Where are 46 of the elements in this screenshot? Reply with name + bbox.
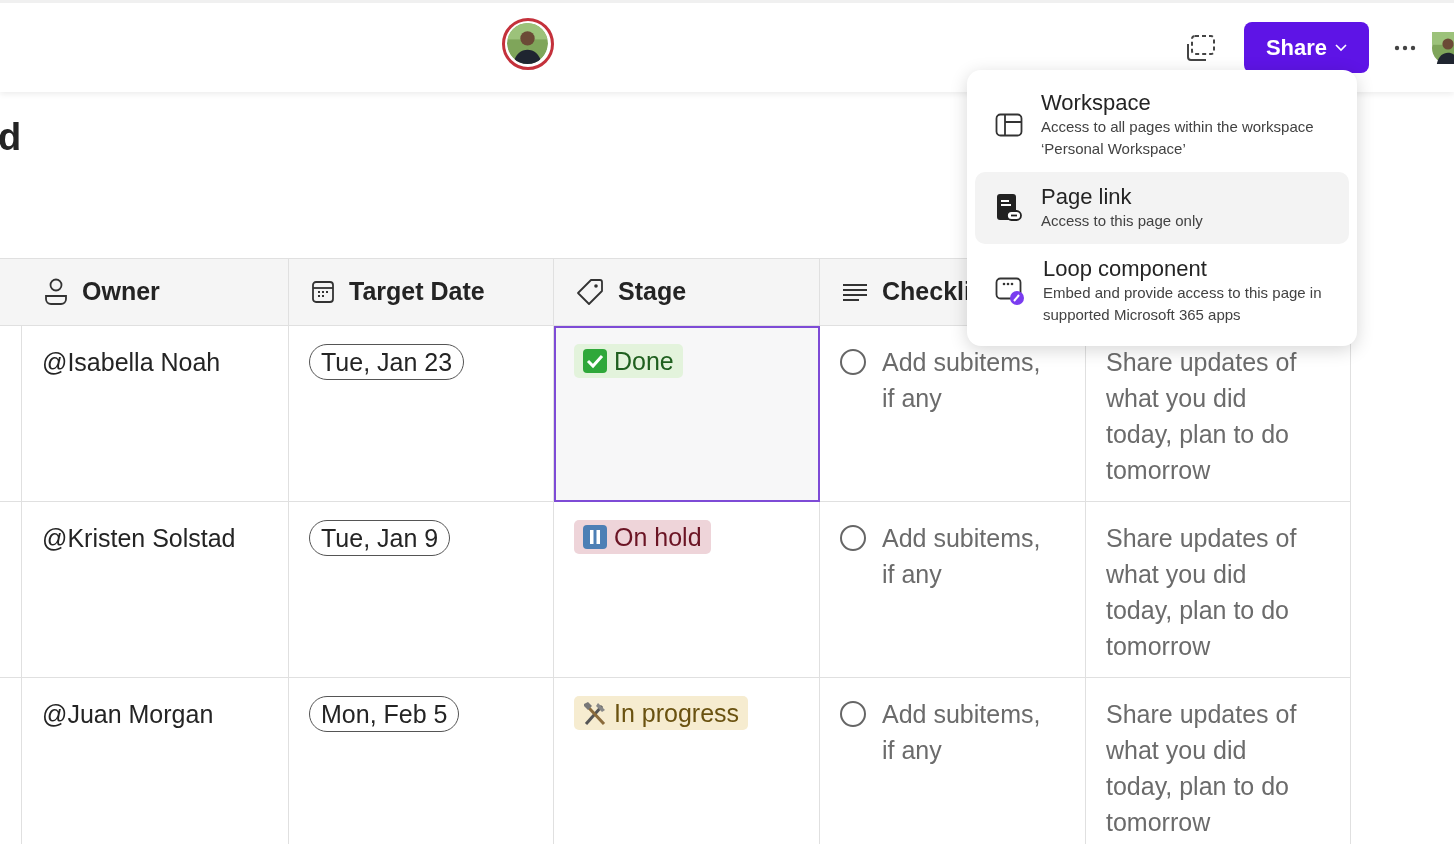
stage-cell[interactable]: On hold [554, 502, 820, 678]
avatar[interactable] [1432, 31, 1454, 64]
table-cell: @Juan Morgan [22, 678, 289, 844]
text-lines-icon [842, 283, 868, 301]
layout-icon [995, 112, 1023, 137]
checkbox[interactable] [840, 701, 866, 727]
calendar-icon [311, 280, 335, 304]
stage-cell[interactable]: Done [554, 326, 820, 502]
check-icon [582, 348, 608, 374]
loop-component-icon [995, 276, 1025, 305]
subitem-input[interactable]: Add subitems, if any [882, 520, 1057, 659]
menu-item[interactable]: Page link Access to this page only [975, 171, 1349, 245]
page-title: d [0, 118, 22, 156]
table-cell: @Isabella Noah [22, 326, 289, 502]
stage-tag[interactable]: In progress [574, 696, 749, 730]
more-icon[interactable] [1394, 44, 1416, 51]
table-cell-text: Share updates of what you did today, plan to do tomorrow [1106, 347, 1298, 486]
menu-item-description: Access to this page only [1041, 211, 1203, 232]
stage-cell[interactable]: In progress [554, 678, 820, 844]
checkbox[interactable] [840, 349, 866, 375]
avatar-ring[interactable] [502, 18, 554, 70]
menu-item[interactable]: Workspace Access to all pages within the workspace ‘Personal Workspace’ [975, 78, 1349, 172]
table-cell-text: Share updates of what you did today, plan to do tomorrow [1106, 523, 1298, 662]
subitem-input[interactable]: Add subitems, if any [882, 344, 1057, 483]
stage-tag[interactable]: On hold [574, 520, 711, 554]
pause-icon [582, 524, 608, 550]
frame-icon[interactable] [1186, 33, 1216, 62]
column-header[interactable]: Target Date [289, 258, 554, 326]
person-icon [44, 278, 68, 306]
menu-item-title: Workspace [1041, 90, 1152, 117]
checkbox[interactable] [840, 525, 866, 551]
menu-item-description: Access to all pages within the workspace ‘Personal Workspace’ [1041, 117, 1315, 160]
tools-icon [582, 700, 608, 726]
column-header[interactable]: Owner [22, 258, 289, 326]
tag-icon [576, 278, 604, 306]
caret-icon [1335, 43, 1348, 52]
stage-tag[interactable]: Done [574, 344, 683, 378]
avatar[interactable] [507, 23, 548, 64]
page-link-icon [995, 192, 1023, 223]
share-button[interactable]: Share [1244, 22, 1369, 73]
table-cell-text: Share updates of what you did today, plan to do tomorrow [1106, 699, 1298, 838]
menu-item-title: Page link [1041, 183, 1133, 211]
column-header[interactable]: Stage [554, 258, 820, 326]
table-cell: @Kristen Solstad [22, 502, 289, 678]
column-header [0, 258, 23, 326]
subitem-input[interactable]: Add subitems, if any [882, 696, 1057, 835]
